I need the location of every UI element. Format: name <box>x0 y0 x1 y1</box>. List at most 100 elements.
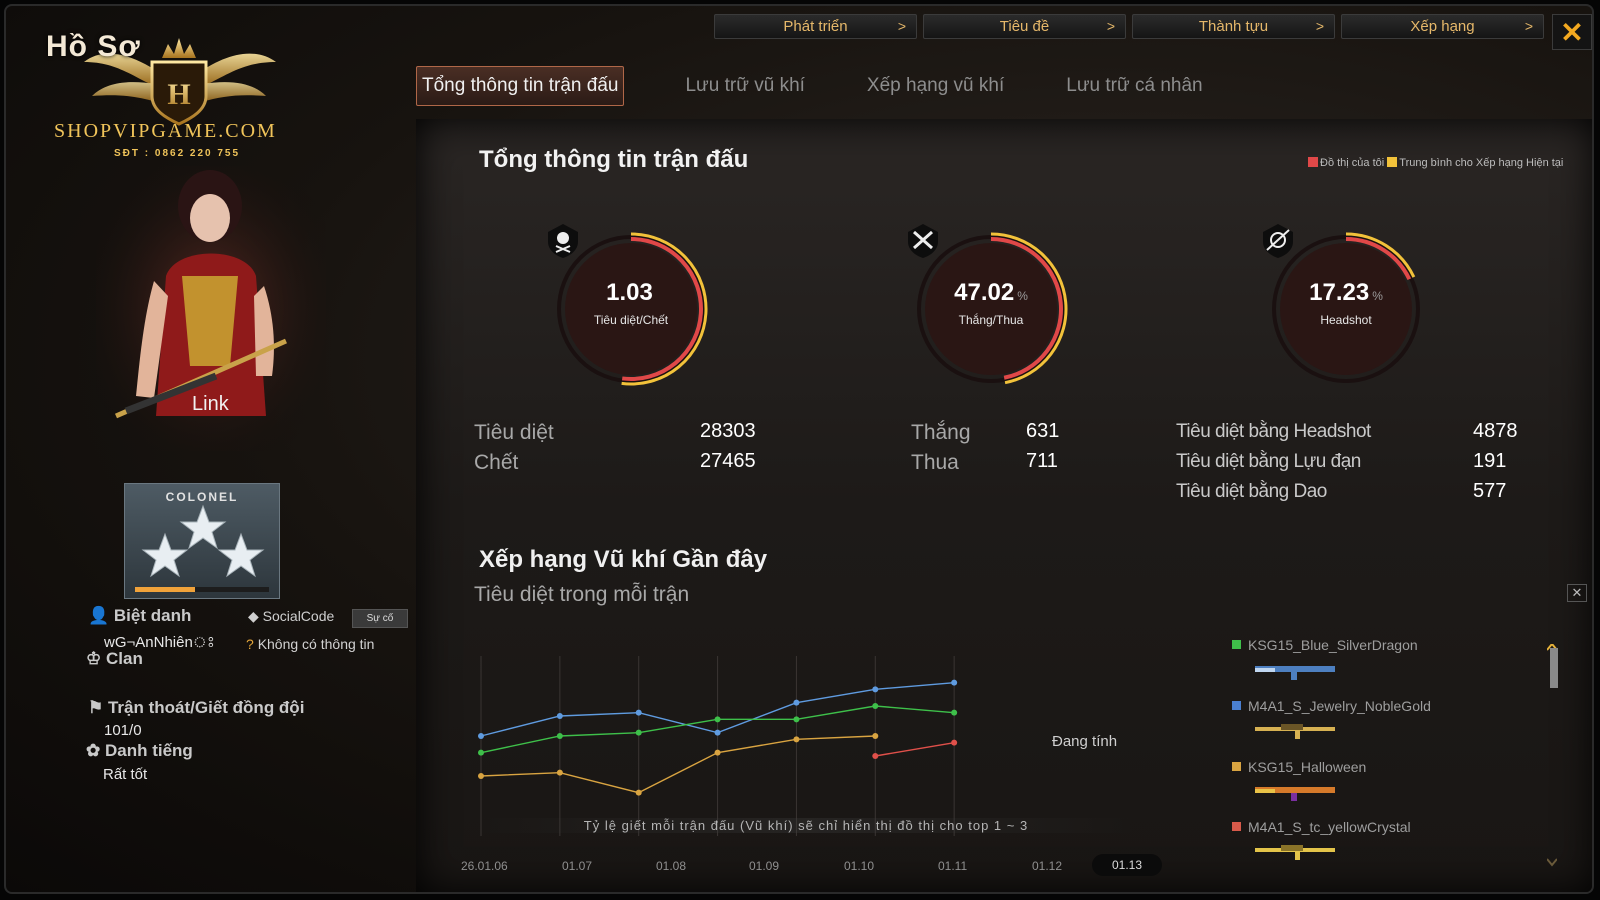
tab-weapon-archive[interactable]: Lưu trữ vũ khí <box>679 66 810 106</box>
losses-value: 711 <box>1026 450 1058 472</box>
reputation-label-text: Danh tiếng <box>104 741 193 760</box>
nickname-label: 👤 Biệt danh <box>88 606 191 626</box>
recent-weapon-subtitle: Tiêu diệt trong mỗi trận <box>474 583 690 606</box>
chart-note: Tỷ lệ giết mỗi trận đấu (Vũ khí) sẽ chỉ … <box>476 818 1136 833</box>
chevron-right-icon: > <box>1315 18 1324 34</box>
nav-label: Thành tựu <box>1198 18 1269 35</box>
desert-label-text: Trận thoát/Giết đồng đội <box>107 698 305 717</box>
top-nav: Phát triển > Tiêu đề > Thành tựu > Xếp hạng… <box>714 14 1544 39</box>
series-point <box>872 686 879 693</box>
legend-avg-swatch <box>1387 157 1398 167</box>
series-point <box>872 753 879 759</box>
close-window-button[interactable]: ✕ <box>1552 14 1592 50</box>
legend-mine-label: Đồ thị của tôi <box>1320 157 1385 169</box>
running-man-icon: ⚑ <box>88 698 104 717</box>
no-info-text: ? Không có thông tin <box>246 636 374 652</box>
series-point <box>951 679 958 686</box>
x-axis-tick-label[interactable]: 01.13 <box>1092 854 1163 876</box>
nav-development-button[interactable]: Phát triển > <box>714 14 917 39</box>
headshot-gauge-label: Headshot <box>1320 313 1372 327</box>
socialcode-issue-button[interactable]: Sự cố <box>352 609 408 628</box>
series-point <box>478 773 484 779</box>
tab-bar: Tổng thông tin trận đấu Lưu trữ vũ khí X… <box>416 66 1259 106</box>
grenade-kills-label: Tiêu diệt bằng Lựu đạn <box>1176 451 1361 472</box>
series-point <box>635 709 642 716</box>
scroll-thumb[interactable] <box>1550 648 1558 688</box>
nav-label: Tiêu đề <box>999 18 1050 35</box>
weapon-color-swatch <box>1232 701 1241 710</box>
knife-kills-value: 577 <box>1473 480 1507 502</box>
series-line <box>480 735 876 794</box>
flower-icon: ✿ <box>86 741 101 760</box>
nav-achievement-button[interactable]: Thành tựu > <box>1132 14 1335 39</box>
series-point <box>951 739 958 746</box>
tab-personal-archive[interactable]: Lưu trữ cá nhân <box>1060 66 1208 106</box>
tag-icon: ◆ <box>248 608 259 624</box>
gauge-disc <box>925 243 1057 375</box>
series-point <box>714 749 721 756</box>
winloss-value: 47.02 <box>954 279 1015 306</box>
no-info-value: Không có thông tin <box>257 636 375 652</box>
headshot-kills-value: 4878 <box>1473 420 1518 442</box>
knife-kills-label: Tiêu diệt bằng Dao <box>1176 481 1327 502</box>
series-point <box>793 736 800 743</box>
skull-icon <box>548 224 578 258</box>
rifle-icon <box>1263 224 1293 258</box>
series-point <box>793 716 800 723</box>
desert-label: ⚑ Trận thoát/Giết đồng đội <box>88 698 304 718</box>
chevron-right-icon: > <box>1106 18 1115 34</box>
weapon-name: KSG15_Halloween <box>1248 759 1367 775</box>
clan-label-text: Clan <box>105 649 143 668</box>
character-name: Link <box>192 393 229 415</box>
tab-match-summary[interactable]: Tổng thông tin trận đấu <box>416 66 625 106</box>
weapon-kills-line-chart <box>478 656 958 836</box>
reputation-label: ✿ Danh tiếng <box>86 741 193 761</box>
gauge-disc <box>565 243 697 375</box>
rank-progress-bar <box>135 587 269 592</box>
x-axis-tick-label: 01.11 <box>938 859 968 873</box>
logo-phone: SĐT : 0862 220 755 <box>114 148 241 159</box>
series-point <box>556 733 563 739</box>
socialcode-label: ◆ SocialCode <box>248 608 334 625</box>
svg-text:H: H <box>167 78 190 111</box>
kd-gauge-value: 1.03 <box>546 279 716 307</box>
weapon-name: M4A1_S_tc_yellowCrystal <box>1248 819 1411 835</box>
kills-value: 28303 <box>700 420 756 442</box>
series-point <box>478 749 484 756</box>
close-icon: ✕ <box>1560 16 1584 48</box>
x-axis-tick-label: 01.07 <box>562 859 593 873</box>
clan-icon: ♔ <box>86 649 102 668</box>
nav-title-button[interactable]: Tiêu đề > <box>923 14 1126 39</box>
x-axis-tick-label: 01.08 <box>656 859 687 873</box>
series-point <box>793 699 800 706</box>
logo-text: SHOPVIPGAME.COM <box>54 120 277 142</box>
socialcode-text: SocialCode <box>262 608 335 624</box>
rifle-icon <box>1255 845 1335 860</box>
close-icon: ✕ <box>1571 585 1583 600</box>
headshot-gauge-value: 17.23% <box>1261 279 1431 307</box>
tab-weapon-ranking[interactable]: Xếp hạng vũ khí <box>861 66 1010 106</box>
weapon-legend-item: KSG15_Halloween <box>1232 759 1366 775</box>
chart-close-button[interactable]: ✕ <box>1567 584 1587 602</box>
nickname-label-text: Biệt danh <box>113 606 192 625</box>
weapon-color-swatch <box>1232 762 1241 771</box>
series-point <box>872 703 879 709</box>
calculating-label: Đang tính <box>1052 733 1118 750</box>
star-rank-icon <box>141 504 265 578</box>
crossed-swords-icon <box>908 224 938 258</box>
recent-weapon-title: Xếp hạng Vũ khí Gần đây <box>479 546 768 573</box>
weapon-color-swatch <box>1232 640 1241 649</box>
series-point <box>478 733 484 739</box>
headshot-pct: % <box>1372 289 1383 303</box>
rank-progress-fill <box>135 587 196 592</box>
deaths-label: Chết <box>474 451 519 474</box>
kd-gauge-label: Tiêu diệt/Chết <box>593 313 669 327</box>
headshot-value: 17.23 <box>1309 279 1370 306</box>
series-point <box>951 709 958 716</box>
nav-ranking-button[interactable]: Xếp hạng > <box>1341 14 1544 39</box>
series-point <box>714 716 721 723</box>
weapon-legend-item: KSG15_Blue_SilverDragon <box>1232 637 1418 653</box>
person-icon: 👤 <box>88 606 110 625</box>
shotgun-icon <box>1255 787 1335 801</box>
reputation-value: Rất tốt <box>103 766 148 783</box>
